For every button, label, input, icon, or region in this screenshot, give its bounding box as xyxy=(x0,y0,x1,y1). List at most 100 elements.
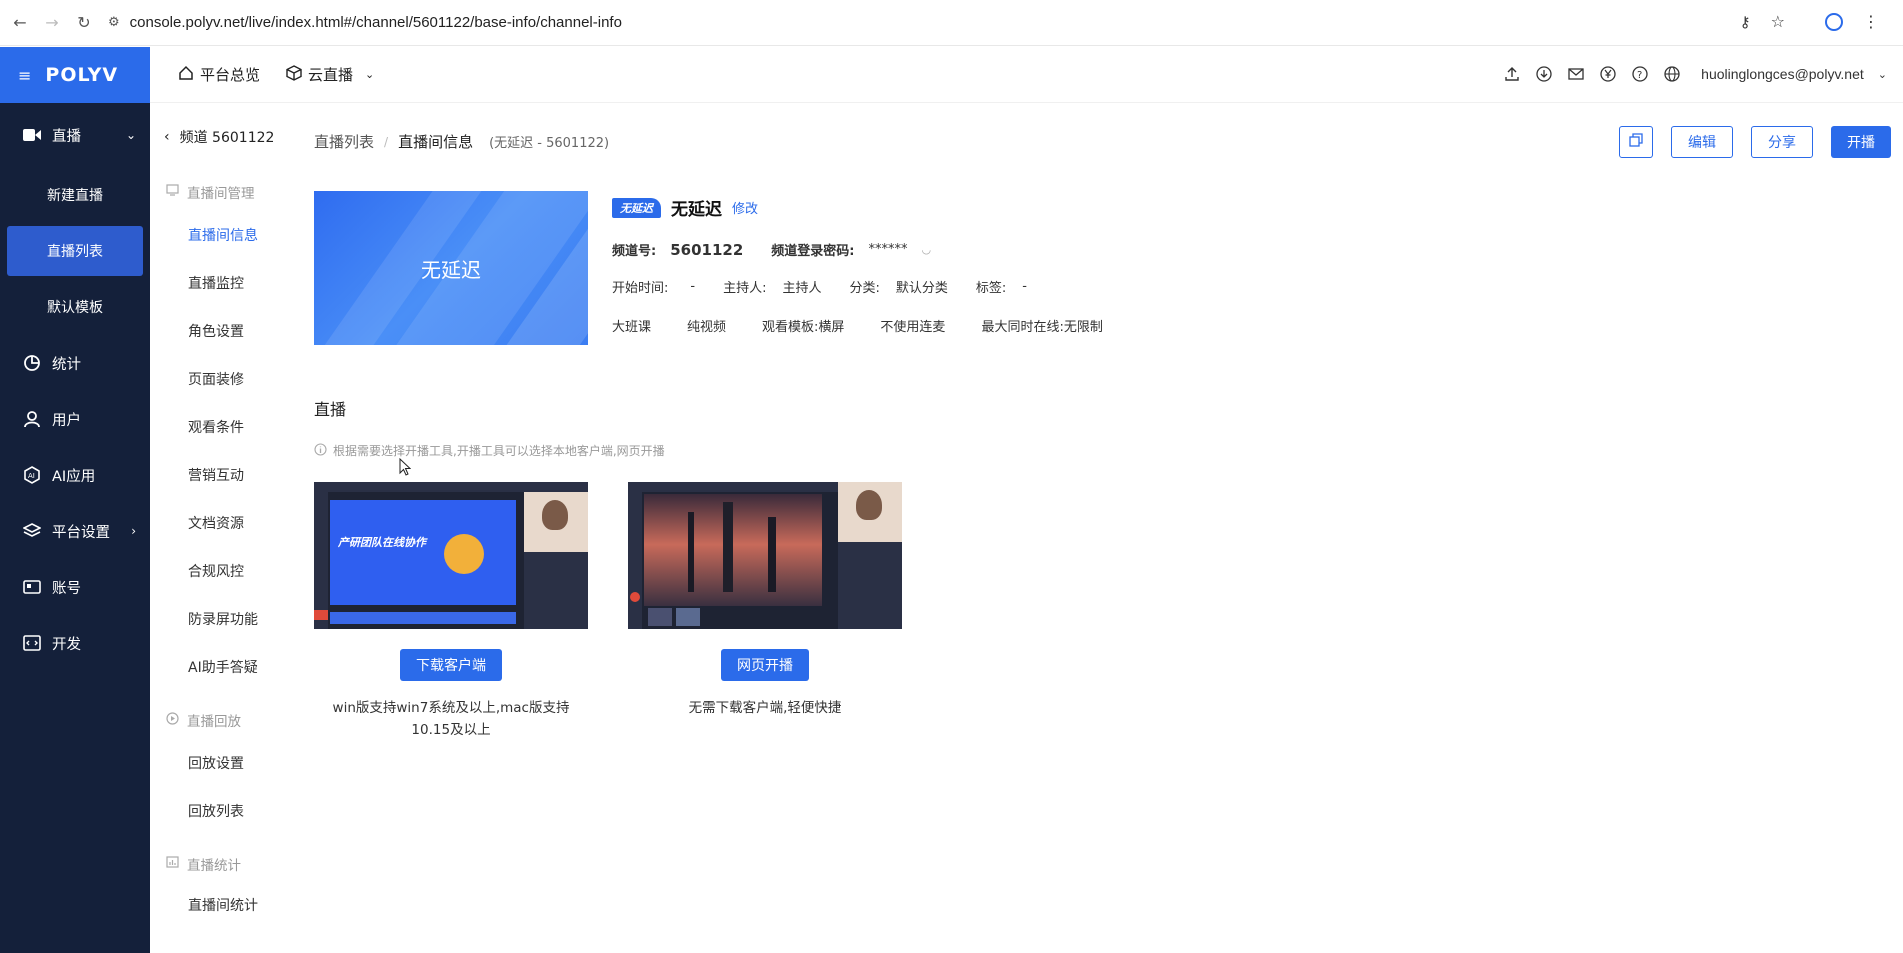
subnav-group-manage: 直播间管理 xyxy=(150,173,290,211)
subnav-item-compliance[interactable]: 合规风控 xyxy=(150,547,290,595)
action-buttons: 编辑 分享 开播 xyxy=(1619,126,1891,158)
profile-icon[interactable] xyxy=(1825,12,1843,31)
globe-icon[interactable] xyxy=(1663,65,1681,83)
client-description: win版支持win7系统及以上,mac版支持10.15及以上 xyxy=(332,700,570,738)
sidebar-item-label: 账号 xyxy=(52,580,81,597)
svg-text:AI: AI xyxy=(28,472,35,480)
tool-tip: 根据需要选择开播工具,开播工具可以选择本地客户端,网页开播 xyxy=(314,442,665,459)
subnav-item-room-stats[interactable]: 直播间统计 xyxy=(150,883,290,927)
breadcrumb-separator: / xyxy=(384,134,389,149)
sidebar-item-live[interactable]: 直播 ⌄ xyxy=(0,103,150,167)
subnav-item-monitor[interactable]: 直播监控 xyxy=(150,259,290,307)
sidebar-item-label: 平台设置 xyxy=(52,524,110,541)
bar-chart-icon xyxy=(166,856,179,872)
sidebar-item-label: 统计 xyxy=(52,356,81,373)
nav-overview[interactable]: 平台总览 xyxy=(178,64,260,85)
sidebar-item-develop[interactable]: 开发 xyxy=(0,615,150,671)
subnav-item-replay-list[interactable]: 回放列表 xyxy=(150,787,290,835)
sidebar-item-stats[interactable]: 统计 xyxy=(0,335,150,391)
info-icon xyxy=(314,442,327,459)
subnav-item-marketing[interactable]: 营销互动 xyxy=(150,451,290,499)
sidebar-item-default-template[interactable]: 默认模板 xyxy=(0,279,150,335)
subnav-item-anti-record[interactable]: 防录屏功能 xyxy=(150,595,290,643)
id-card-icon xyxy=(22,577,42,597)
subnav-item-replay-settings[interactable]: 回放设置 xyxy=(150,739,290,787)
cover-text: 无延迟 xyxy=(421,257,481,282)
nav-cloud-live[interactable]: 云直播 ⌄ xyxy=(286,64,374,85)
subnav-item-ai-assistant[interactable]: AI助手答疑 xyxy=(150,643,290,691)
share-button[interactable]: 分享 xyxy=(1751,126,1813,158)
back-arrow-icon[interactable]: ← xyxy=(10,13,30,33)
subnav-item-room-info[interactable]: 直播间信息 xyxy=(150,211,290,259)
chevron-down-icon: ⌄ xyxy=(125,128,136,142)
copy-icon xyxy=(1629,133,1643,151)
yen-icon[interactable] xyxy=(1599,65,1617,83)
site-info-icon[interactable]: ⚙ xyxy=(108,15,120,30)
sidebar-item-platform-settings[interactable]: 平台设置 › xyxy=(0,503,150,559)
channel-meta-row: 开始时间: - 主持人: 主持人 分类: 默认分类 标签: - xyxy=(612,279,1027,296)
start-time: - xyxy=(690,279,696,294)
sidebar-item-label: AI应用 xyxy=(52,468,96,485)
browser-toolbar: ← → ↻ ⚙ console.polyv.net/live/index.htm… xyxy=(0,0,1903,46)
more-menu-icon[interactable]: ⋮ xyxy=(1863,12,1879,31)
chevron-down-icon[interactable]: ⌄ xyxy=(1878,68,1887,81)
url-text: console.polyv.net/live/index.html#/chann… xyxy=(129,14,622,31)
feature-tag: 纯视频 xyxy=(687,320,727,335)
feature-tag: 最大同时在线:无限制 xyxy=(981,320,1103,335)
chevron-right-icon: › xyxy=(131,524,136,538)
channel-info: 无延迟 无延迟 修改 频道号: 5601122 频道登录密码: ****** ◡… xyxy=(612,195,1103,335)
web-live-button[interactable]: 网页开播 xyxy=(721,649,809,681)
channel-title: 无延迟 xyxy=(671,200,722,220)
latency-badge: 无延迟 xyxy=(612,197,661,218)
eye-closed-icon[interactable]: ◡ xyxy=(921,243,931,256)
subnav-item-roles[interactable]: 角色设置 xyxy=(150,307,290,355)
main-sidebar: ≡ POLYV 直播 ⌄ 新建直播 直播列表 默认模板 统计 用户 AI AI应… xyxy=(0,47,150,953)
cube-icon xyxy=(286,64,302,85)
key-icon[interactable]: ⚷ xyxy=(1740,13,1751,31)
subnav-group-replay: 直播回放 xyxy=(150,701,290,739)
bookmark-star-icon[interactable]: ☆ xyxy=(1771,12,1785,31)
web-tool-card: 网页开播 无需下载客户端,轻便快捷 xyxy=(628,482,902,719)
sidebar-item-account[interactable]: 账号 xyxy=(0,559,150,615)
subnav-item-watch-conditions[interactable]: 观看条件 xyxy=(150,403,290,451)
help-icon[interactable]: ? xyxy=(1631,65,1649,83)
subnav-item-page-decor[interactable]: 页面装修 xyxy=(150,355,290,403)
download-client-button[interactable]: 下载客户端 xyxy=(400,649,502,681)
breadcrumb-live-list[interactable]: 直播列表 xyxy=(314,131,374,152)
sidebar-item-new-live[interactable]: 新建直播 xyxy=(0,167,150,223)
mail-icon[interactable] xyxy=(1567,65,1585,83)
forward-arrow-icon[interactable]: → xyxy=(42,13,62,33)
download-icon[interactable] xyxy=(1535,65,1553,83)
home-icon xyxy=(178,65,194,85)
sidebar-item-live-list[interactable]: 直播列表 xyxy=(7,226,143,276)
breadcrumb-channel-id: (无延迟 - 5601122) xyxy=(489,136,610,151)
user-icon xyxy=(22,409,42,429)
menu-hamburger-icon[interactable]: ≡ xyxy=(18,66,31,85)
sidebar-item-label: 直播 xyxy=(52,128,81,145)
user-email[interactable]: huolinglongces@polyv.net xyxy=(1701,66,1864,82)
feature-tag: 观看模板:横屏 xyxy=(762,320,845,335)
main-content: 直播列表 / 直播间信息 (无延迟 - 5601122) 编辑 分享 开播 无延… xyxy=(314,103,1903,953)
address-bar[interactable]: ⚙ console.polyv.net/live/index.html#/cha… xyxy=(108,14,622,31)
modify-link[interactable]: 修改 xyxy=(732,198,758,217)
svg-text:?: ? xyxy=(1637,70,1642,81)
sidebar-item-users[interactable]: 用户 xyxy=(0,391,150,447)
host-name: 主持人 xyxy=(782,281,822,296)
copy-button[interactable] xyxy=(1619,126,1653,158)
nav-cloud-live-label: 云直播 xyxy=(308,66,354,84)
upload-icon[interactable] xyxy=(1503,65,1521,83)
reload-icon[interactable]: ↻ xyxy=(74,13,94,33)
web-description: 无需下载客户端,轻便快捷 xyxy=(688,700,842,716)
nav-overview-label: 平台总览 xyxy=(200,66,261,84)
subnav-item-docs[interactable]: 文档资源 xyxy=(150,499,290,547)
channel-subnav: ‹ 频道 5601122 直播间管理 直播间信息 直播监控 角色设置 页面装修 … xyxy=(150,103,290,953)
sidebar-item-ai[interactable]: AI AI应用 xyxy=(0,447,150,503)
code-icon xyxy=(22,633,42,653)
channel-label: 频道 5601122 xyxy=(179,130,275,146)
logo: POLYV xyxy=(45,64,119,86)
edit-button[interactable]: 编辑 xyxy=(1671,126,1733,158)
replay-icon xyxy=(166,711,179,729)
channel-cover-image: 无延迟 xyxy=(314,191,588,345)
start-live-button[interactable]: 开播 xyxy=(1831,126,1891,158)
channel-back-link[interactable]: ‹ 频道 5601122 xyxy=(150,103,290,171)
